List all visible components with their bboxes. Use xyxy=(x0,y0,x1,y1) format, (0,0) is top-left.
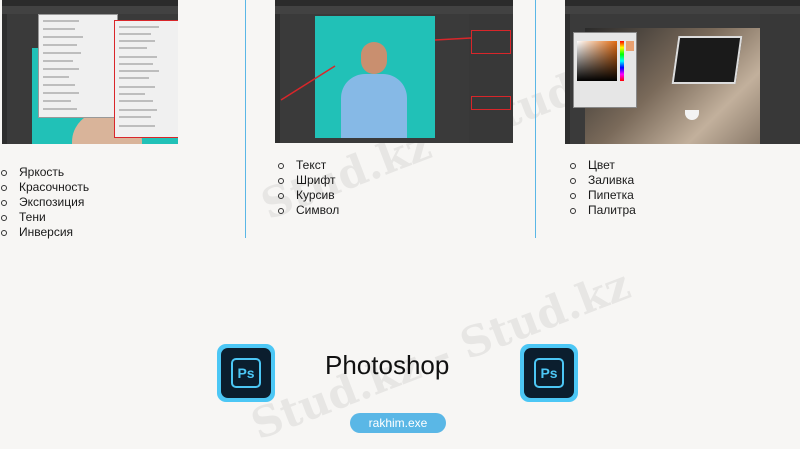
list-item: Цвет xyxy=(569,158,636,173)
hue-slider xyxy=(620,41,624,81)
color-picker-dialog xyxy=(573,32,637,108)
photoshop-logo-icon: Ps xyxy=(217,344,275,402)
list-item: Курсив xyxy=(277,188,339,203)
options-bar xyxy=(2,6,178,14)
list-item: Инверсия xyxy=(0,225,89,240)
author-tag: rakhim.exe xyxy=(350,413,446,433)
tools-panel xyxy=(565,14,570,144)
screenshot-adjustments-menu xyxy=(2,0,178,144)
column-divider xyxy=(535,0,536,238)
options-bar xyxy=(565,6,800,14)
list-item: Тени xyxy=(0,210,89,225)
list-item: Яркость xyxy=(0,165,89,180)
list-item: Заливка xyxy=(569,173,636,188)
submenu-item-lines xyxy=(119,26,159,127)
color-swatch xyxy=(626,41,634,51)
list-item: Экспозиция xyxy=(0,195,89,210)
screenshot-text-tool xyxy=(275,0,513,143)
list-item: Красочность xyxy=(0,180,89,195)
adjustments-list: Яркость Красочность Экспозиция Тени Инве… xyxy=(0,165,89,240)
menu-item-lines xyxy=(43,20,83,110)
list-item: Символ xyxy=(277,203,339,218)
photoshop-logo-icon: Ps xyxy=(520,344,578,402)
laptop-screen xyxy=(671,36,743,84)
column-divider xyxy=(245,0,246,238)
text-tools-list: Текст Шрифт Курсив Символ xyxy=(277,158,339,218)
image-menu-dropdown xyxy=(38,14,118,118)
slide-title: Photoshop xyxy=(325,350,450,380)
annotation-arrows xyxy=(280,37,472,101)
list-item: Текст xyxy=(277,158,339,173)
adjustments-submenu xyxy=(114,20,178,138)
list-item: Пипетка xyxy=(569,188,636,203)
color-field xyxy=(577,41,617,81)
tools-panel xyxy=(2,14,7,144)
list-item: Палитра xyxy=(569,203,636,218)
screenshot-color-picker xyxy=(565,0,800,144)
list-item: Шрифт xyxy=(277,173,339,188)
side-panels xyxy=(760,14,800,144)
color-tools-list: Цвет Заливка Пипетка Палитра xyxy=(569,158,636,218)
